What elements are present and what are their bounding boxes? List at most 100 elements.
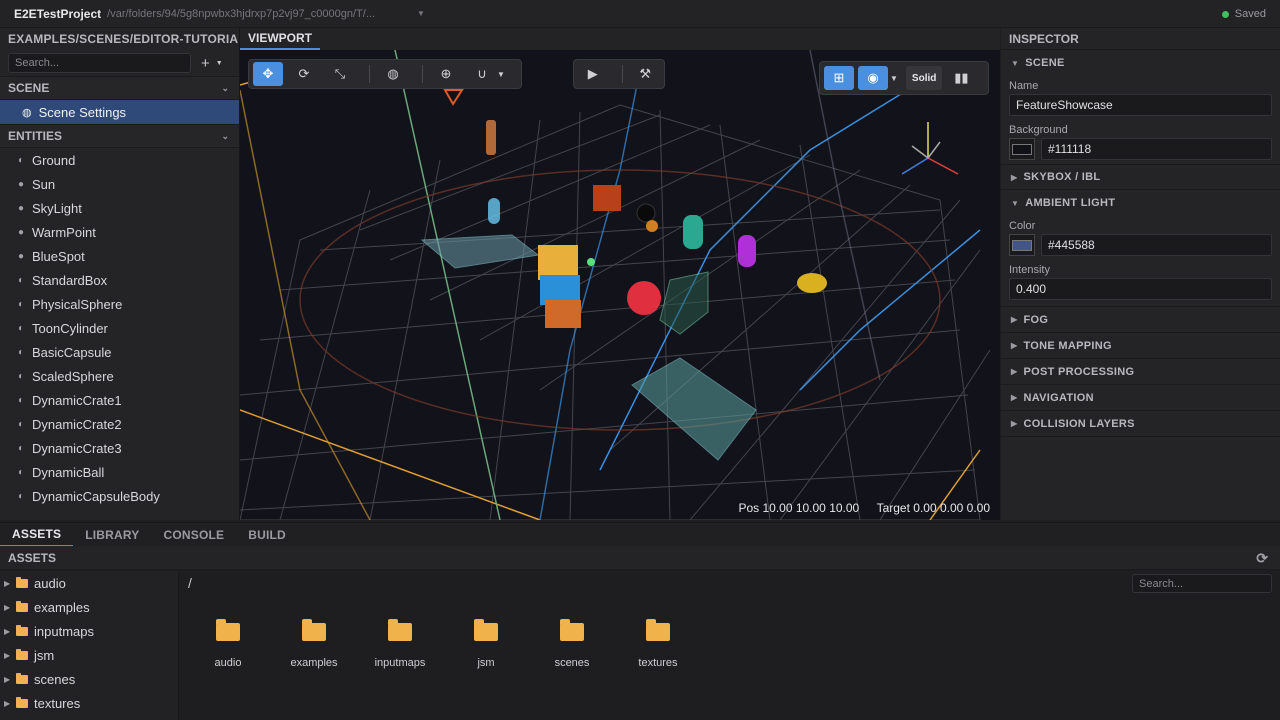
shading-mode-button[interactable]: Solid	[905, 66, 943, 90]
folder-tile[interactable]: inputmaps	[365, 619, 435, 669]
section-label: NAVIGATION	[1023, 391, 1094, 404]
chevron-right-icon[interactable]: ▶	[4, 627, 16, 636]
project-name: E2ETestProject	[14, 6, 102, 21]
name-label: Name	[1009, 80, 1039, 92]
play-button[interactable]: ▶	[578, 62, 608, 86]
snap-dropdown-icon[interactable]: ▼	[497, 70, 505, 79]
skybox-section[interactable]: ▶ SKYBOX / IBL	[1001, 164, 1280, 190]
rotate-icon: ⟳	[298, 66, 310, 81]
tab-build[interactable]: BUILD	[236, 523, 298, 547]
entity-list: ◐ Ground ● Sun ● SkyLight ● WarmPoint ● BlueSpot ◐…	[0, 148, 239, 508]
scene-settings-item[interactable]: ◍ Scene Settings	[0, 100, 239, 124]
folder-tree-item[interactable]: ▶ inputmaps	[0, 619, 178, 643]
entities-section-header[interactable]: ENTITIES ⌄	[0, 124, 239, 148]
folder-icon	[474, 619, 498, 641]
entity-item[interactable]: ◐ DynamicCrate3	[0, 436, 239, 460]
scene-file-tab[interactable]: EXAMPLES/SCENES/EDITOR-TUTORIAL.VS	[0, 28, 239, 50]
entity-label: StandardBox	[32, 272, 108, 288]
ambient-color-swatch[interactable]	[1009, 234, 1035, 256]
entity-item[interactable]: ● WarmPoint	[0, 220, 239, 244]
entity-item[interactable]: ● SkyLight	[0, 196, 239, 220]
entity-item[interactable]: ◐ DynamicBall	[0, 460, 239, 484]
rotate-tool-button[interactable]: ⟳	[289, 62, 319, 86]
scene-name-field[interactable]: FeatureShowcase	[1009, 94, 1272, 116]
chevron-right-icon[interactable]: ▶	[4, 651, 16, 660]
inspector-section[interactable]: ▶ COLLISION LAYERS	[1001, 411, 1280, 437]
folder-tile[interactable]: audio	[193, 619, 263, 669]
entity-item[interactable]: ● Sun	[0, 172, 239, 196]
entity-item[interactable]: ◐ DynamicCrate1	[0, 388, 239, 412]
visibility-button[interactable]: ◉	[858, 66, 888, 90]
inspector-section[interactable]: ▶ FOG	[1001, 307, 1280, 333]
folder-tile[interactable]: scenes	[537, 619, 607, 669]
entity-item[interactable]: ◐ Ground	[0, 148, 239, 172]
move-tool-button[interactable]: ✥	[253, 62, 283, 86]
build-button[interactable]: ⚒	[631, 62, 661, 86]
background-color-swatch[interactable]	[1009, 138, 1035, 160]
entity-item[interactable]: ◐ StandardBox	[0, 268, 239, 292]
asset-breadcrumb[interactable]: /	[188, 575, 192, 591]
snap-button[interactable]: ∪	[467, 62, 497, 86]
ambient-section[interactable]: ▼ AMBIENT LIGHT	[1001, 190, 1280, 216]
intensity-field[interactable]: 0.400	[1009, 278, 1272, 300]
assets-header: ASSETS ⟳	[0, 546, 1280, 570]
project-path[interactable]: /var/folders/94/5g8npwbx3hjdrxp7p2vj97_c…	[107, 8, 375, 20]
entity-label: DynamicCrate3	[32, 440, 122, 456]
asset-search-input[interactable]	[1132, 574, 1272, 593]
world-space-button[interactable]: ◍	[378, 62, 408, 86]
entity-item[interactable]: ◐ PhysicalSphere	[0, 292, 239, 316]
folder-tree-item[interactable]: ▶ scenes	[0, 667, 178, 691]
folder-tile[interactable]: jsm	[451, 619, 521, 669]
entity-item[interactable]: ◐ DynamicCapsuleBody	[0, 484, 239, 508]
grid-toggle-button[interactable]: ⊞	[824, 66, 854, 90]
chevron-right-icon: ▶	[1011, 419, 1018, 428]
entity-item[interactable]: ◐ ToonCylinder	[0, 316, 239, 340]
pivot-button[interactable]: ⊕	[431, 62, 461, 86]
scale-tool-button[interactable]: ⤡	[325, 62, 355, 86]
entity-label: ScaledSphere	[32, 368, 114, 384]
folder-label: examples	[34, 599, 90, 615]
folder-tile-label: inputmaps	[374, 657, 426, 669]
tab-assets[interactable]: ASSETS	[0, 523, 74, 547]
chevron-right-icon: ▶	[1011, 172, 1018, 182]
entity-icon: ◐	[18, 346, 25, 358]
entity-item[interactable]: ◐ DynamicCrate2	[0, 412, 239, 436]
folder-tile[interactable]: examples	[279, 619, 349, 669]
entity-label: DynamicCrate1	[32, 392, 122, 408]
path-dropdown-icon[interactable]: ▼	[417, 9, 425, 18]
magnet-icon: ∪	[477, 66, 487, 81]
scene-section[interactable]: ▼ SCENE	[1001, 50, 1280, 76]
chevron-right-icon: ▶	[1011, 367, 1018, 376]
visibility-dropdown-icon[interactable]: ▼	[890, 74, 898, 83]
inspector-section[interactable]: ▶ TONE MAPPING	[1001, 333, 1280, 359]
folder-tree-item[interactable]: ▶ audio	[0, 571, 178, 595]
scene-section-header[interactable]: SCENE ⌄	[0, 76, 239, 100]
tab-viewport[interactable]: VIEWPORT	[240, 28, 321, 50]
inspector-section[interactable]: ▶ NAVIGATION	[1001, 385, 1280, 411]
tab-console[interactable]: CONSOLE	[152, 523, 237, 547]
inspector-section[interactable]: ▶ POST PROCESSING	[1001, 359, 1280, 385]
add-entity-button[interactable]: + ▼	[201, 55, 223, 72]
background-color-field[interactable]: #111118	[1041, 138, 1272, 160]
folder-tile[interactable]: textures	[623, 619, 693, 669]
entity-item[interactable]: ◐ ScaledSphere	[0, 364, 239, 388]
chevron-right-icon[interactable]: ▶	[4, 675, 16, 684]
entity-item[interactable]: ◐ BasicCapsule	[0, 340, 239, 364]
folder-tree-item[interactable]: ▶ jsm	[0, 643, 178, 667]
tab-library[interactable]: LIBRARY	[73, 523, 151, 547]
chevron-right-icon[interactable]: ▶	[4, 579, 16, 588]
background-label: Background	[1009, 124, 1068, 136]
entity-item[interactable]: ● BlueSpot	[0, 244, 239, 268]
transform-toolbar: ✥ ⟳ ⤡ ◍ ⊕ ∪ ▼	[248, 59, 522, 89]
ambient-color-field[interactable]: #445588	[1041, 234, 1272, 256]
refresh-icon[interactable]: ⟳	[1256, 550, 1268, 567]
entity-search-input[interactable]	[8, 53, 191, 73]
viewport[interactable]: ✥ ⟳ ⤡ ◍ ⊕ ∪ ▼ ▶ ⚒ ⊞ ◉ ▼ Solid ▮▮ Pos 10.…	[240, 50, 1000, 520]
chevron-right-icon[interactable]: ▶	[4, 699, 16, 708]
folder-tree-item[interactable]: ▶ textures	[0, 691, 178, 715]
chevron-right-icon[interactable]: ▶	[4, 603, 16, 612]
stats-button[interactable]: ▮▮	[946, 66, 976, 90]
folder-tree-item[interactable]: ▶ examples	[0, 595, 178, 619]
bar-chart-icon: ▮▮	[954, 70, 969, 85]
folder-tile-label: audio	[214, 657, 242, 669]
